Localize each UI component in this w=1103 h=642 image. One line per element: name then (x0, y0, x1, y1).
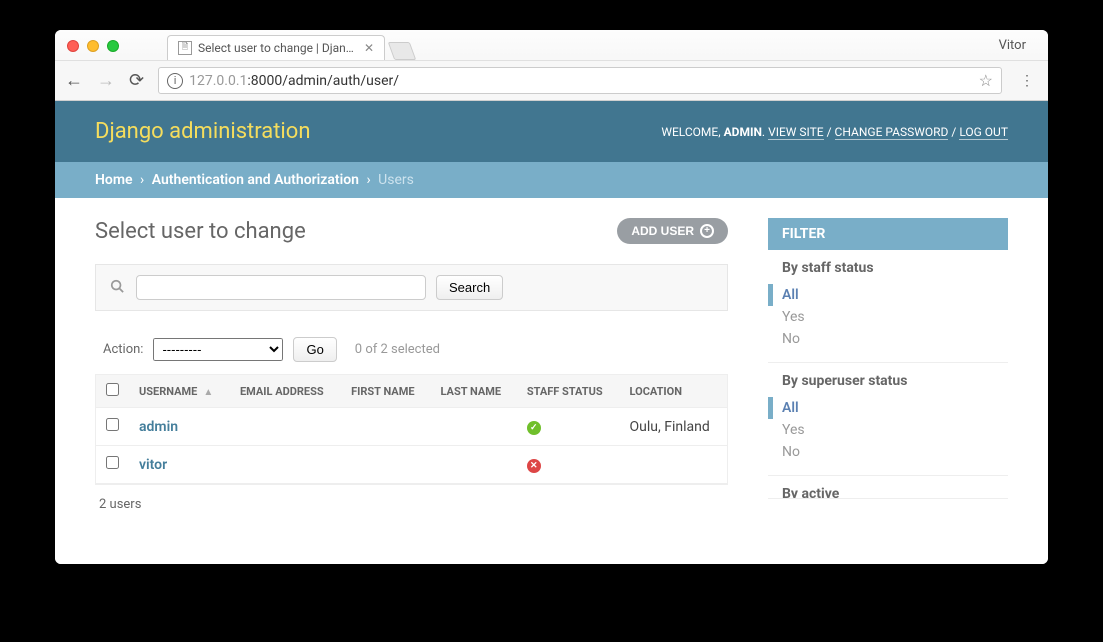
go-button[interactable]: Go (293, 337, 336, 362)
table-row: vitor ✕ (96, 446, 728, 484)
filter-group: By staff status All Yes No (768, 250, 1008, 363)
filter-option-link[interactable]: No (782, 444, 800, 460)
breadcrumb: Home › Authentication and Authorization … (55, 162, 1048, 198)
change-password-link[interactable]: CHANGE PASSWORD (835, 125, 949, 140)
action-label: Action: (103, 342, 143, 357)
welcome-text: WELCOME, (661, 125, 720, 139)
browser-tab-title: Select user to change | Django (198, 41, 358, 55)
col-location[interactable]: LOCATION (620, 375, 728, 408)
main-column: Select user to change ADD USER + Search (95, 218, 728, 524)
bookmark-star-icon[interactable]: ☆ (979, 71, 993, 90)
add-user-button[interactable]: ADD USER + (617, 218, 728, 244)
django-admin-app: Django administration WELCOME, ADMIN. VI… (55, 101, 1048, 564)
page-favicon-icon: 🗎 (178, 41, 192, 55)
username-link[interactable]: vitor (139, 457, 167, 473)
window-minimize-icon[interactable] (87, 40, 99, 52)
browser-menu-icon[interactable]: ⋮ (1016, 73, 1038, 89)
logout-link[interactable]: LOG OUT (959, 125, 1008, 140)
close-tab-icon[interactable]: ✕ (364, 41, 374, 55)
filter-sidebar: FILTER By staff statusAllYesNoBy superus… (768, 218, 1008, 524)
browser-toolbar: ← → ⟳ i 127.0.0.1:8000/admin/auth/user/ … (55, 60, 1048, 100)
address-bar[interactable]: i 127.0.0.1:8000/admin/auth/user/ ☆ (158, 67, 1002, 94)
search-toolbar: Search (95, 264, 728, 311)
reload-button[interactable]: ⟳ (129, 70, 144, 91)
col-username[interactable]: USERNAME▲ (129, 375, 230, 408)
col-last-name[interactable]: LAST NAME (431, 375, 517, 408)
col-first-name[interactable]: FIRST NAME (341, 375, 430, 408)
new-tab-button[interactable] (388, 42, 417, 60)
email-cell (230, 408, 341, 446)
filter-heading: By staff status (782, 260, 994, 276)
location-cell (620, 446, 728, 484)
url-text: 127.0.0.1:8000/admin/auth/user/ (189, 73, 973, 89)
breadcrumb-current: Users (378, 172, 414, 188)
filter-option[interactable]: No (782, 441, 994, 463)
filter-heading: By superuser status (782, 373, 994, 389)
breadcrumb-section[interactable]: Authentication and Authorization (152, 172, 359, 188)
staff-status-cell: ✕ (517, 446, 620, 484)
filter-option[interactable]: No (782, 328, 994, 350)
selection-count: 0 of 2 selected (355, 342, 440, 357)
filter-option-link[interactable]: All (782, 400, 799, 416)
last-name-cell (431, 408, 517, 446)
first-name-cell (341, 408, 430, 446)
filter-option-link[interactable]: Yes (782, 309, 805, 325)
browser-tab[interactable]: 🗎 Select user to change | Django ✕ (167, 35, 385, 60)
paginator: 2 users (95, 484, 728, 524)
browser-tabs: 🗎 Select user to change | Django ✕ (55, 35, 1048, 60)
site-title[interactable]: Django administration (95, 119, 310, 144)
sort-asc-icon: ▲ (203, 387, 213, 398)
row-select-checkbox[interactable] (106, 418, 119, 431)
row-select-checkbox[interactable] (106, 456, 119, 469)
table-row: admin ✓ Oulu, Finland (96, 408, 728, 446)
current-user: ADMIN (724, 125, 762, 139)
filter-group: By active (768, 476, 1008, 499)
browser-chrome: Vitor 🗎 Select user to change | Django ✕… (55, 30, 1048, 101)
filter-option[interactable]: Yes (782, 419, 994, 441)
filter-heading: By active (782, 486, 994, 499)
col-staff-status[interactable]: STAFF STATUS (517, 375, 620, 408)
filter-title: FILTER (768, 218, 1008, 250)
back-button[interactable]: ← (65, 70, 83, 91)
breadcrumb-home[interactable]: Home (95, 172, 133, 188)
browser-window: Vitor 🗎 Select user to change | Django ✕… (55, 30, 1048, 564)
page-title: Select user to change (95, 219, 306, 244)
user-links: WELCOME, ADMIN. VIEW SITE / CHANGE PASSW… (661, 125, 1008, 139)
user-table: USERNAME▲ EMAIL ADDRESS FIRST NAME LAST … (95, 374, 728, 484)
col-email[interactable]: EMAIL ADDRESS (230, 375, 341, 408)
window-maximize-icon[interactable] (107, 40, 119, 52)
filter-option-link[interactable]: Yes (782, 422, 805, 438)
filter-option[interactable]: All (768, 284, 994, 306)
browser-profile-name[interactable]: Vitor (999, 38, 1036, 53)
search-icon (108, 279, 126, 297)
search-input[interactable] (136, 275, 426, 300)
app-header: Django administration WELCOME, ADMIN. VI… (55, 101, 1048, 162)
filter-group: By superuser status All Yes No (768, 363, 1008, 476)
filter-option[interactable]: All (768, 397, 994, 419)
first-name-cell (341, 446, 430, 484)
filter-option-link[interactable]: No (782, 331, 800, 347)
filter-option-link[interactable]: All (782, 287, 799, 303)
status-no-icon: ✕ (527, 459, 541, 473)
last-name-cell (431, 446, 517, 484)
filter-option[interactable]: Yes (782, 306, 994, 328)
add-user-label: ADD USER (631, 224, 694, 238)
email-cell (230, 446, 341, 484)
view-site-link[interactable]: VIEW SITE (768, 125, 824, 140)
status-yes-icon: ✓ (527, 421, 541, 435)
select-all-checkbox[interactable] (106, 383, 119, 396)
action-select[interactable]: --------- (153, 338, 283, 361)
window-close-icon[interactable] (67, 40, 79, 52)
plus-icon: + (700, 224, 714, 238)
username-link[interactable]: admin (139, 419, 178, 435)
staff-status-cell: ✓ (517, 408, 620, 446)
location-cell: Oulu, Finland (620, 408, 728, 446)
content: Select user to change ADD USER + Search (55, 198, 1048, 564)
page-header: Select user to change ADD USER + (95, 218, 728, 244)
site-info-icon[interactable]: i (167, 73, 183, 89)
forward-button: → (97, 70, 115, 91)
search-button[interactable]: Search (436, 275, 503, 300)
bulk-actions: Action: --------- Go 0 of 2 selected (95, 331, 728, 368)
